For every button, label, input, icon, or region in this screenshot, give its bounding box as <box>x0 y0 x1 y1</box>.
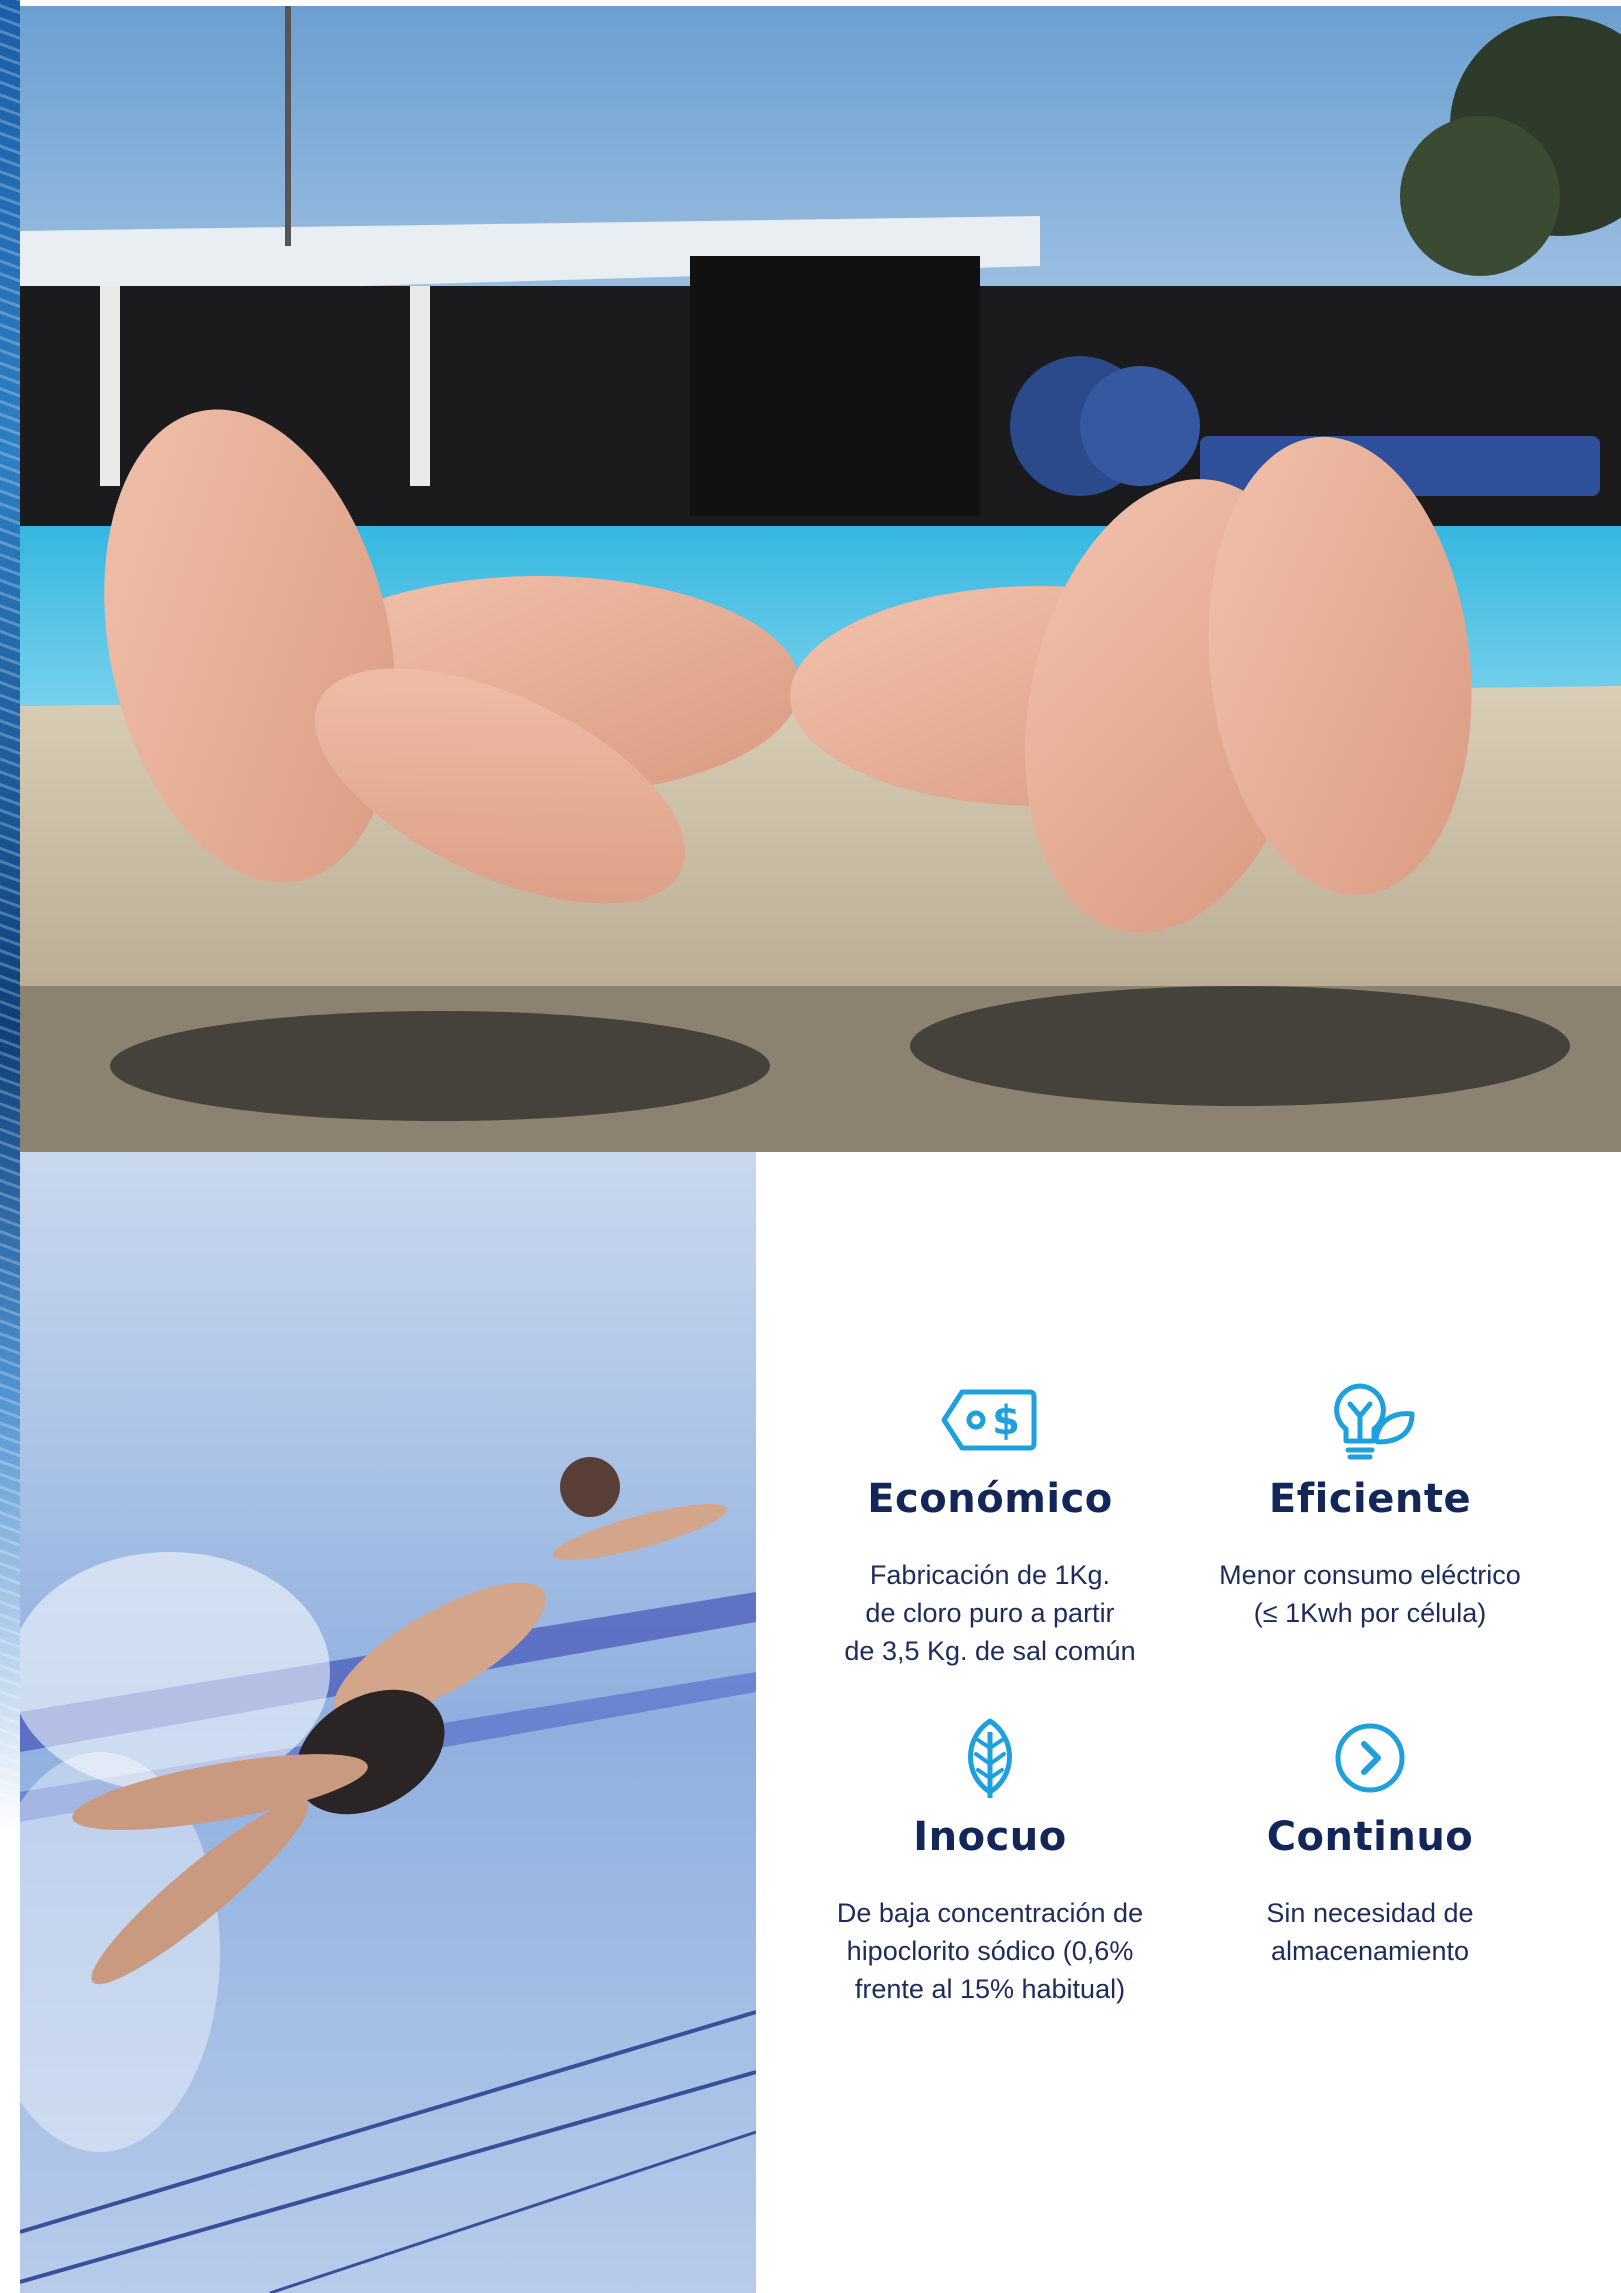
feature-eficiente: Eficiente Menor consumo eléctrico (≤ 1Kw… <box>1190 1380 1550 1632</box>
water-decoration-strip <box>0 0 20 2293</box>
lightbulb-leaf-icon <box>1334 1383 1415 1460</box>
feature-description: De baja concentración de hipoclorito sód… <box>836 1898 1144 2004</box>
feature-title: Económico <box>867 1476 1113 1522</box>
pool-feet-photo <box>20 6 1621 1152</box>
feature-title: Continuo <box>1266 1814 1474 1860</box>
price-tag-dollar-icon: $ <box>941 1389 1037 1451</box>
feature-description: Sin necesidad de almacenamiento <box>1266 1898 1474 1966</box>
feature-title: Inocuo <box>913 1814 1067 1860</box>
feature-description: Fabricación de 1Kg. de cloro puro a part… <box>844 1560 1136 1666</box>
feature-continuo: Continuo Sin necesidad de almacenamiento <box>1190 1718 1550 1970</box>
svg-text:$: $ <box>992 1398 1020 1444</box>
feature-title: Eficiente <box>1268 1476 1472 1522</box>
feature-inocuo: Inocuo De baja concentración de hipoclor… <box>810 1718 1170 2008</box>
feature-description: Menor consumo eléctrico (≤ 1Kwh por célu… <box>1219 1560 1521 1628</box>
swimmer-photo <box>20 1152 756 2293</box>
leaf-icon <box>968 1718 1012 1798</box>
chevron-right-circle-icon <box>1335 1723 1405 1793</box>
feature-economico: $ Económico Fabricación de 1Kg. de cloro… <box>810 1380 1170 1670</box>
